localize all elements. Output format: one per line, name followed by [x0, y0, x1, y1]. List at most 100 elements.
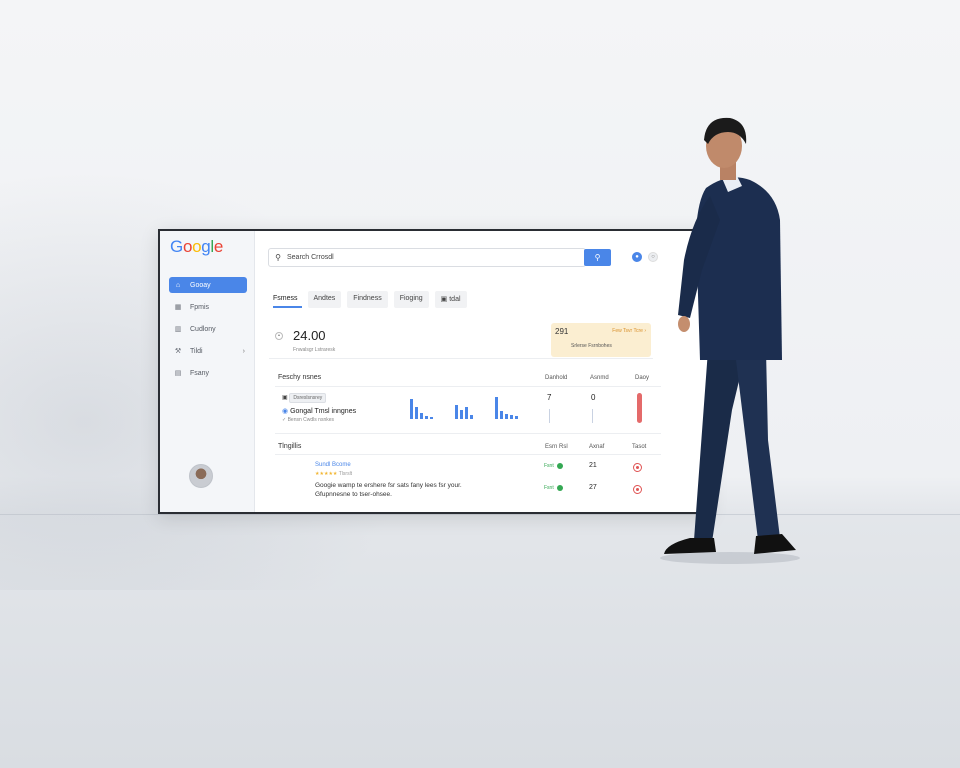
ranking-value-1: 7 — [547, 393, 552, 402]
search-button[interactable]: ⚲ — [584, 249, 611, 266]
logo-letter-o2: o — [192, 237, 202, 256]
ranking-row-label: ◉ Gongal Tmsl inngnes — [282, 407, 356, 415]
sidebar-item-label: Fpmis — [190, 303, 210, 311]
search-input[interactable]: Search Crrosdl — [287, 254, 334, 261]
spark-bar — [420, 413, 423, 419]
sidebar-item-fpmis[interactable]: ▦ Fpmis — [169, 299, 247, 315]
reviews-col-3: Tasot — [632, 444, 647, 450]
stars-text: ★★★★★ — [315, 471, 338, 477]
promo-card[interactable]: 291 Few Tsvr Tcre › Srlerse Fsrnbohes — [551, 323, 651, 357]
ranking-value-2: 0 — [591, 393, 596, 402]
document-icon: ▤ — [174, 370, 182, 377]
search-button-icon: ⚲ — [594, 253, 601, 262]
right-shoe — [754, 534, 796, 554]
right-leg — [736, 350, 780, 540]
row-label: Gongal Tmsl inngnes — [290, 408, 357, 415]
row-sub: Bensn Cwdls nsnkes — [287, 417, 335, 423]
reviews-col-2: Axnaf — [589, 444, 605, 450]
logo-letter-o1: o — [182, 237, 193, 256]
spark-bar — [495, 397, 498, 419]
spark-bar — [465, 407, 468, 419]
review-count-1: 21 — [589, 462, 597, 469]
tab-label: tdal — [449, 296, 461, 303]
tab-tdal[interactable]: ▣ tdal — [434, 291, 467, 308]
lock-icon: ▣ — [282, 395, 290, 401]
logo-letter-e: e — [213, 237, 224, 256]
divider — [275, 433, 661, 434]
home-icon: ⌂ — [175, 281, 181, 289]
divider — [275, 386, 661, 387]
ranking-col-2: Asnmd — [590, 375, 609, 381]
promo-text: Srlerse Fsrnbohes — [571, 343, 612, 349]
status-badge: Fsnt — [544, 463, 563, 469]
spark-bar — [410, 399, 413, 419]
left-leg — [694, 350, 744, 542]
status-label: Fsnt — [544, 485, 554, 491]
search-icon: ⚲ — [275, 253, 281, 262]
lock-icon: ▣ — [440, 296, 450, 303]
tab-fioging[interactable]: Fioging — [393, 291, 429, 308]
reviews-col-1: Esrn Rsl — [545, 444, 568, 450]
check-circle-icon — [556, 485, 563, 491]
promo-link[interactable]: Few Tsvr Tcre › — [612, 328, 646, 334]
status-badge: Fsnt — [544, 485, 563, 491]
info-icon: ◉ — [282, 408, 291, 415]
tab-fsmess[interactable]: Fsmess — [273, 291, 302, 308]
spark-bar — [470, 415, 473, 419]
status-label: Fsnt — [544, 463, 554, 469]
spark-bar — [430, 417, 433, 419]
businessman-illustration — [660, 117, 800, 564]
logo-letter-g: G — [170, 237, 183, 256]
dashboard-screen: Google ⌂ Gooay ▦ Fpmis ▥ Cudlony ⚒ Tildi… — [158, 229, 710, 514]
spark-bar — [510, 415, 513, 419]
ranking-col-1: Danhold — [545, 375, 568, 381]
left-shoe — [664, 538, 716, 554]
remove-icon[interactable] — [633, 485, 642, 494]
account-icon[interactable]: ● — [632, 252, 642, 262]
remove-icon[interactable] — [633, 463, 642, 472]
spark-bar — [425, 416, 428, 419]
avatar — [189, 464, 213, 488]
sidebar-item-label: Fsany — [190, 369, 210, 377]
sidebar-item-label: Cudlony — [190, 325, 216, 333]
tab-findness[interactable]: Findness — [347, 291, 388, 308]
ranking-row[interactable]: ▣ Dsreslsnsrey — [282, 393, 327, 403]
divider — [275, 454, 661, 455]
tab-andtes[interactable]: Andtes — [307, 291, 342, 308]
sidebar-nav: ⌂ Gooay ▦ Fpmis ▥ Cudlony ⚒ Tildi › ▤ Fs… — [169, 277, 247, 387]
search-bar[interactable]: ⚲ Search Crrosdl — [268, 248, 586, 267]
reviewer-name[interactable]: Sundl Bcome — [315, 462, 351, 468]
stat-icon: • — [275, 332, 283, 340]
ranking-col-3: Daoy — [635, 375, 650, 381]
spark-bar — [455, 405, 458, 419]
review-count-2: 27 — [589, 484, 597, 491]
stars-note: Tlsrslt — [338, 471, 353, 477]
row-tag: Dsreslsnsrey — [289, 393, 327, 403]
check-circle-icon — [556, 463, 563, 469]
review-text: Googie wamp te ershere fsr sats fany lee… — [315, 482, 462, 498]
chevron-right-icon: › — [242, 347, 245, 355]
sparkline-3 — [495, 395, 518, 419]
logo-letter-g2: g — [201, 237, 211, 256]
ranking-row-sub: ✓ Bensn Cwdls nsnkes — [282, 417, 334, 423]
ranking-title: Feschy nsnes — [278, 374, 322, 381]
floor-shadow — [660, 552, 800, 564]
chart-icon: ▥ — [174, 326, 182, 333]
sidebar-item-tildi[interactable]: ⚒ Tildi › — [169, 343, 247, 359]
rating-stars: ★★★★★ Tlsrslt — [315, 471, 352, 477]
value-indicator — [549, 409, 550, 423]
stat-caption: Fnwalsgr Lstraresk — [293, 347, 336, 353]
sidebar-item-gooay[interactable]: ⌂ Gooay — [169, 277, 247, 293]
sidebar-item-label: Gooay — [190, 281, 211, 289]
tab-bar: Fsmess Andtes Findness Fioging ▣ tdal — [273, 291, 467, 308]
reviews-title: Tlngillis — [278, 443, 302, 450]
sparkline-1 — [410, 395, 433, 419]
stat-value: 24.00 — [293, 328, 326, 343]
hand — [678, 316, 690, 332]
status-bar-red — [637, 393, 642, 423]
value-indicator — [592, 409, 593, 423]
wrench-icon: ⚒ — [174, 348, 182, 355]
sidebar-item-fsany[interactable]: ▤ Fsany — [169, 365, 247, 381]
sidebar-item-cudlony[interactable]: ▥ Cudlony — [169, 321, 247, 337]
spark-bar — [415, 407, 418, 419]
